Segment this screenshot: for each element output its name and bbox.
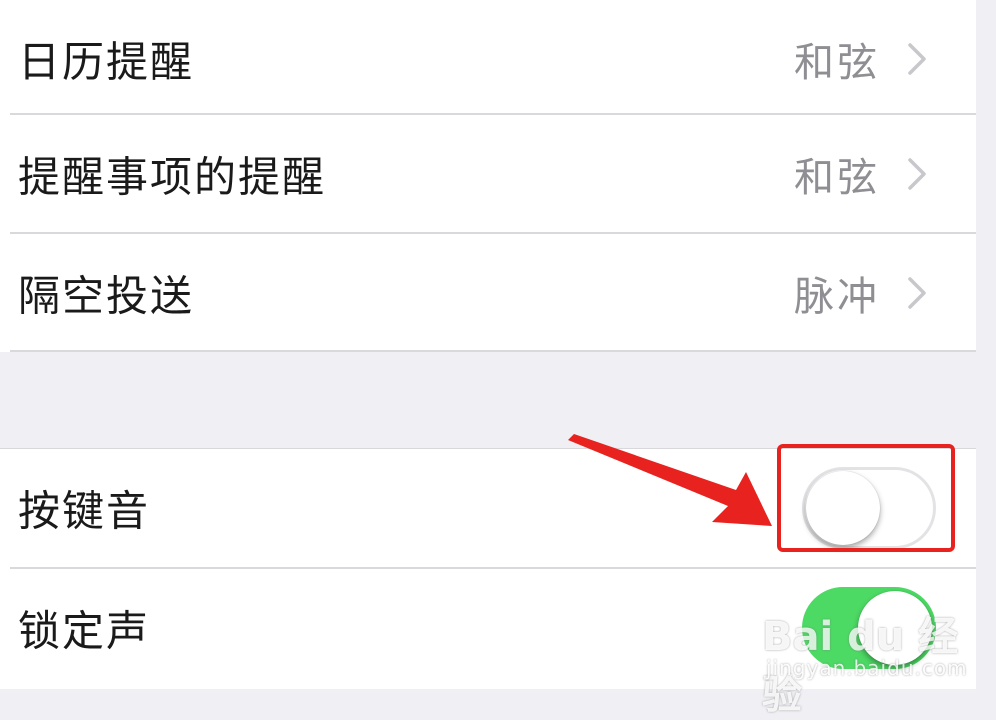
sounds-group: 日历提醒 和弦 提醒事项的提醒 和弦 隔空投送 脉冲 [0,0,976,352]
row-label: 日历提醒 [18,37,195,87]
chevron-right-icon [908,277,926,309]
row-label: 按键音 [18,486,151,536]
row-airdrop[interactable]: 隔空投送 脉冲 [0,234,976,352]
annotation-highlight-box [777,444,955,552]
chevron-right-icon [908,43,926,75]
row-value: 脉冲 [794,274,880,320]
row-label: 锁定声 [18,606,151,656]
baidu-watermark: Bai du 经验 jingyan.baidu.com [762,596,972,718]
watermark-url: jingyan.baidu.com [766,656,968,680]
row-reminder-alerts[interactable]: 提醒事项的提醒 和弦 [0,115,976,233]
row-value: 和弦 [794,40,880,86]
row-label: 提醒事项的提醒 [18,152,327,202]
group-bottom-border [10,350,976,352]
row-calendar-alerts[interactable]: 日历提醒 和弦 [0,0,976,118]
row-label: 隔空投送 [18,271,195,321]
chevron-right-icon [908,158,926,190]
row-value: 和弦 [794,155,880,201]
red-arrow-icon [568,434,772,526]
